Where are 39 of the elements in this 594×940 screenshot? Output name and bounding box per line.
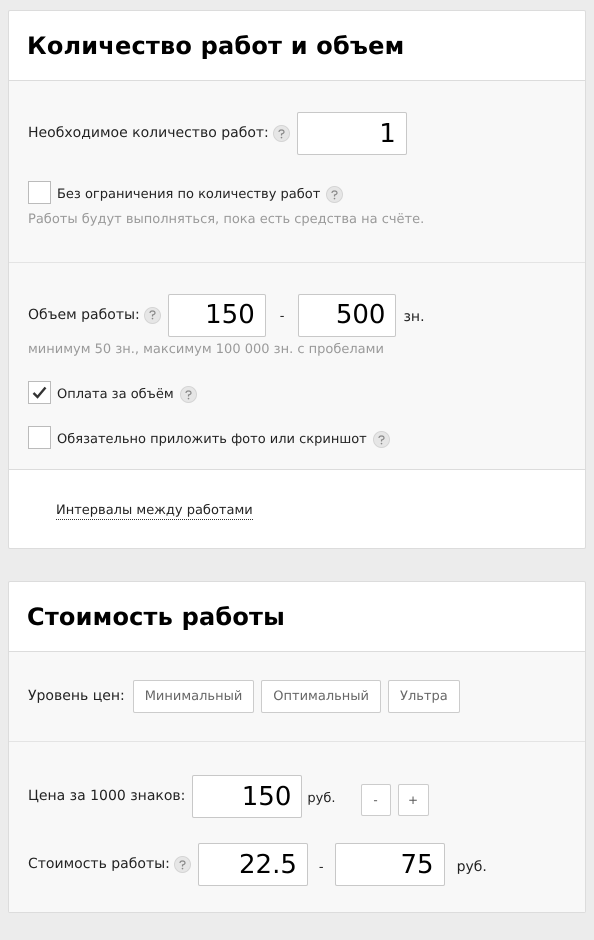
- price-level-button[interactable]: Ультра: [388, 680, 460, 713]
- checkbox[interactable]: [28, 426, 51, 449]
- unit-label: руб.: [307, 790, 336, 808]
- field-label: Объем работы:: [28, 306, 140, 324]
- help-icon[interactable]: [372, 431, 390, 448]
- cost-from-field[interactable]: 22.5: [198, 843, 308, 886]
- card-title: Стоимость работы: [27, 602, 286, 632]
- count-field[interactable]: 1: [296, 112, 407, 155]
- unit-label: зн.: [403, 308, 425, 326]
- help-icon[interactable]: [174, 856, 191, 873]
- price-level-button[interactable]: Минимальный: [132, 680, 254, 713]
- checkbox[interactable]: [28, 381, 51, 404]
- checkbox[interactable]: [28, 181, 51, 204]
- checkbox-label: Без ограничения по количеству работ: [57, 186, 320, 204]
- help-icon[interactable]: [144, 306, 161, 324]
- volume-to-field[interactable]: 500: [298, 294, 396, 336]
- field-label: Необходимое количество работ:: [28, 124, 269, 143]
- check-icon: [32, 386, 47, 399]
- unit-label: руб.: [456, 858, 487, 877]
- help-icon[interactable]: [180, 386, 197, 403]
- range-separator: -: [318, 858, 325, 877]
- card-title: Количество работ и объем: [27, 30, 404, 62]
- volume-from-field[interactable]: 150: [168, 294, 266, 336]
- help-icon[interactable]: [272, 125, 290, 142]
- field-label: Уровень цен:: [28, 687, 125, 706]
- cost-to-field[interactable]: 75: [334, 843, 445, 886]
- decrement-button[interactable]: -: [360, 784, 390, 816]
- checkbox-label: Оплата за объём: [57, 386, 174, 404]
- field-label: Стоимость работы:: [28, 855, 170, 874]
- price-field[interactable]: 150: [192, 775, 302, 818]
- checkbox-label: Обязательно приложить фото или скриншот: [57, 430, 367, 448]
- range-separator: -: [278, 308, 286, 326]
- hint-text: минимум 50 зн., максимум 100 000 зн. с пробелами: [28, 340, 385, 358]
- help-icon[interactable]: [326, 186, 344, 203]
- increment-button[interactable]: +: [398, 784, 428, 816]
- field-label: Цена за 1000 знаков:: [28, 787, 186, 806]
- hint-text: Работы будут выполняться, пока есть средства на счёте.: [28, 211, 426, 229]
- price-level-button[interactable]: Оптимальный: [261, 680, 382, 713]
- intervals-link[interactable]: Интервалы между работами: [56, 502, 253, 520]
